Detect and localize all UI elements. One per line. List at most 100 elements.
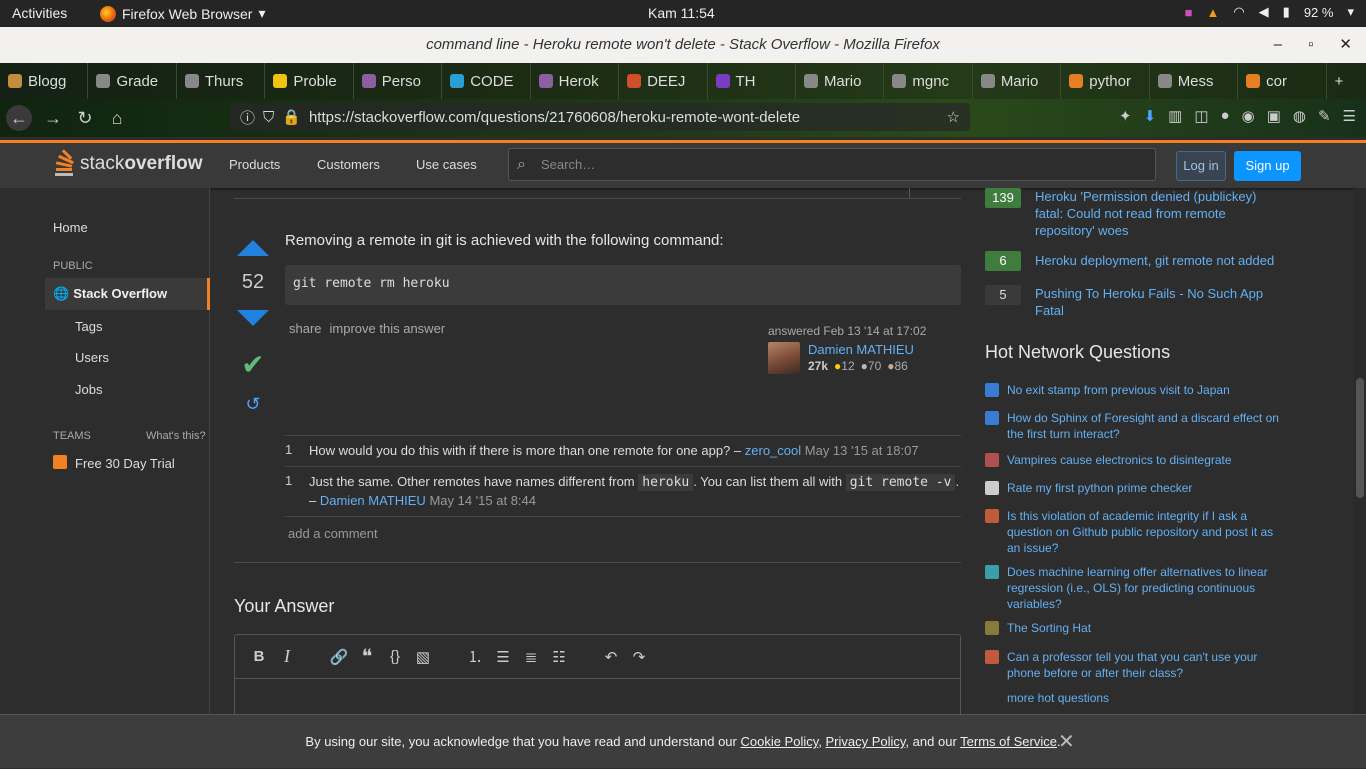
redo-icon[interactable]: ↷: [625, 648, 653, 666]
nav-stackoverflow[interactable]: 🌐 Stack Overflow: [45, 278, 210, 310]
comment-user-link[interactable]: Damien MATHIEU: [320, 493, 426, 508]
reload-icon[interactable]: ↻: [72, 105, 98, 131]
add-comment-link[interactable]: add a comment: [288, 526, 378, 541]
related-question[interactable]: 6 Heroku deployment, git remote not adde…: [985, 251, 1274, 271]
hot-question-link[interactable]: How do Sphinx of Foresight and a discard…: [1007, 410, 1280, 442]
library-icon[interactable]: ▥: [1168, 107, 1182, 125]
addon-fox-icon[interactable]: ◍: [1293, 107, 1306, 125]
system-tray[interactable]: ■ ▲ ◠ ◀ ▮ 92 % ▾: [1185, 4, 1354, 20]
image-icon[interactable]: ▧: [409, 648, 437, 666]
terms-link[interactable]: Terms of Service: [960, 734, 1057, 749]
related-question[interactable]: 5 Pushing To Heroku Fails - No Such App …: [985, 285, 1285, 319]
maximize-icon[interactable]: ▫: [1308, 27, 1313, 63]
use-cases-link[interactable]: Use cases: [416, 157, 477, 172]
customers-link[interactable]: Customers: [317, 157, 380, 172]
heading-icon[interactable]: ≣: [517, 648, 545, 666]
browser-tab[interactable]: pythor: [1061, 63, 1150, 99]
app-menu[interactable]: Firefox Web Browser ▾: [100, 5, 265, 22]
scrollbar-thumb[interactable]: [1356, 378, 1364, 498]
browser-tab[interactable]: Thurs: [177, 63, 266, 99]
answer-editor[interactable]: B I 🔗 ❝ {} ▧ ⒈ ☰ ≣ ☷ ↶ ↷: [234, 634, 961, 724]
hot-question-link[interactable]: Is this violation of academic integrity …: [1007, 508, 1280, 556]
related-question-link[interactable]: Pushing To Heroku Fails - No Such App Fa…: [1035, 285, 1285, 319]
minimize-icon[interactable]: ‒: [1274, 27, 1282, 63]
related-question[interactable]: 139 Heroku 'Permission denied (publickey…: [985, 188, 1285, 239]
vote-down-button[interactable]: [236, 310, 270, 326]
related-question-link[interactable]: Heroku 'Permission denied (publickey) fa…: [1035, 188, 1285, 239]
browser-tab[interactable]: Herok: [531, 63, 620, 99]
link-icon[interactable]: 🔗: [325, 648, 353, 666]
hot-question-link[interactable]: Does machine learning offer alternatives…: [1007, 564, 1280, 612]
signup-button[interactable]: Sign up: [1234, 151, 1301, 181]
ordered-list-icon[interactable]: ⒈: [461, 646, 489, 667]
avatar[interactable]: [768, 342, 800, 374]
share-link[interactable]: share: [289, 321, 322, 336]
login-button[interactable]: Log in: [1176, 151, 1226, 181]
sidebar-icon[interactable]: ◫: [1194, 107, 1208, 125]
shield-icon[interactable]: ⛉: [263, 109, 274, 126]
extension-icon[interactable]: ✦: [1119, 107, 1132, 125]
products-link[interactable]: Products: [229, 157, 280, 172]
forward-icon[interactable]: →: [40, 105, 66, 131]
info-icon[interactable]: ⓘ: [240, 107, 255, 128]
hot-question[interactable]: Vampires cause electronics to disintegra…: [985, 452, 1280, 468]
menu-icon[interactable]: ☰: [1343, 107, 1356, 125]
italic-icon[interactable]: I: [273, 646, 301, 667]
blockquote-icon[interactable]: ❝: [353, 644, 381, 669]
nav-tags[interactable]: Tags: [75, 319, 102, 334]
new-tab-icon[interactable]: +: [1327, 63, 1366, 99]
browser-tab[interactable]: Grade: [88, 63, 177, 99]
browser-tab[interactable]: Perso: [354, 63, 443, 99]
hot-question[interactable]: Is this violation of academic integrity …: [985, 508, 1280, 556]
clock[interactable]: Kam 11:54: [648, 5, 715, 21]
addon-leaf-icon[interactable]: ✎: [1318, 107, 1331, 125]
hot-question-link[interactable]: Rate my first python prime checker: [1007, 480, 1192, 496]
power-menu-icon[interactable]: ▾: [1347, 4, 1354, 20]
comment-user-link[interactable]: zero_cool: [745, 443, 801, 458]
whats-this-link[interactable]: What's this?: [146, 430, 206, 442]
vlc-icon[interactable]: ▲: [1206, 5, 1219, 20]
undo-icon[interactable]: ↶: [597, 648, 625, 666]
browser-tab[interactable]: CODE: [442, 63, 531, 99]
privacy-policy-link[interactable]: Privacy Policy: [826, 734, 906, 749]
url-bar[interactable]: ⓘ ⛉ 🔒 https://stackoverflow.com/question…: [230, 103, 970, 131]
bookmark-star-icon[interactable]: ☆: [947, 108, 960, 126]
browser-tab[interactable]: DEEJ: [619, 63, 708, 99]
page-scrollbar[interactable]: [1354, 188, 1366, 714]
download-icon[interactable]: ⬇: [1144, 107, 1157, 125]
hot-question[interactable]: No exit stamp from previous visit to Jap…: [985, 382, 1280, 398]
related-question-link[interactable]: Heroku deployment, git remote not added: [1035, 251, 1274, 271]
browser-tab[interactable]: Blogg: [0, 63, 89, 99]
more-hot-questions-link[interactable]: more hot questions: [1007, 690, 1109, 706]
back-icon[interactable]: ←: [6, 105, 32, 131]
history-icon[interactable]: ↺: [236, 394, 270, 415]
home-icon[interactable]: ⌂: [104, 105, 130, 131]
nav-jobs[interactable]: Jobs: [75, 382, 102, 397]
improve-link[interactable]: improve this answer: [330, 321, 446, 336]
account-icon[interactable]: ●: [1221, 107, 1230, 125]
free-trial-link[interactable]: Free 30 Day Trial: [75, 456, 175, 471]
browser-tab[interactable]: Proble: [265, 63, 354, 99]
hot-question-link[interactable]: Vampires cause electronics to disintegra…: [1007, 452, 1232, 468]
browser-tab[interactable]: Mess: [1150, 63, 1239, 99]
hot-question[interactable]: The Sorting Hat: [985, 620, 1280, 636]
hot-question[interactable]: Rate my first python prime checker: [985, 480, 1280, 496]
horizontal-rule-icon[interactable]: ☷: [545, 648, 573, 666]
browser-tab[interactable]: TH: [708, 63, 796, 99]
color-cube-icon[interactable]: ■: [1185, 5, 1193, 20]
search-input[interactable]: ⌕ Search…: [508, 148, 1156, 181]
hot-question-link[interactable]: The Sorting Hat: [1007, 620, 1091, 636]
hot-question-link[interactable]: No exit stamp from previous visit to Jap…: [1007, 382, 1230, 398]
browser-tab[interactable]: cor: [1238, 63, 1327, 99]
bold-icon[interactable]: B: [245, 648, 273, 665]
vote-up-button[interactable]: [236, 240, 270, 256]
addon-badge-icon[interactable]: ▣: [1267, 107, 1281, 125]
activities-button[interactable]: Activities: [12, 5, 67, 21]
browser-tab[interactable]: Mario: [973, 63, 1062, 99]
cookie-policy-link[interactable]: Cookie Policy: [740, 734, 818, 749]
hot-question-link[interactable]: Can a professor tell you that you can't …: [1007, 649, 1280, 681]
close-banner-icon[interactable]: ✕: [1058, 715, 1075, 769]
addon-icon[interactable]: ◉: [1242, 107, 1255, 125]
close-icon[interactable]: ✕: [1339, 27, 1352, 63]
nav-home[interactable]: Home: [53, 220, 88, 235]
